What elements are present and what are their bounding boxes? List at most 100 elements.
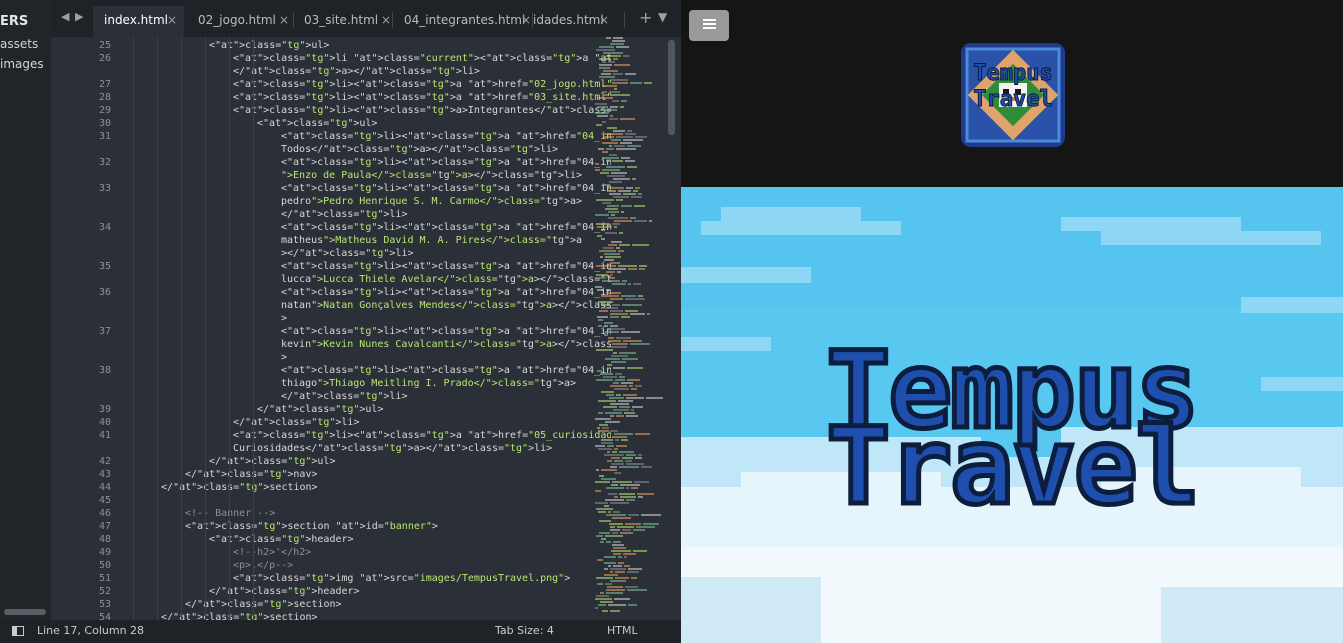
line-number: 36	[98, 287, 111, 298]
line-number: 43	[98, 469, 111, 480]
minimap-line	[605, 331, 619, 333]
minimap-line	[602, 142, 618, 144]
syntax-mode[interactable]: HTML	[607, 624, 638, 637]
minimap-line	[604, 505, 609, 507]
tab-02-jogo-html[interactable]: 02_jogo.html ×	[187, 6, 293, 37]
code-line: </"at">class="tg">ul>	[257, 404, 384, 415]
minimap-line	[599, 250, 616, 252]
tempus-travel-logo[interactable]: Tempus Travel	[961, 43, 1065, 147]
tab-05-curiosidades-html[interactable]: idades.html ×	[533, 6, 621, 37]
tab-04-integrantes-html[interactable]: 04_integrantes.html ×	[393, 6, 533, 37]
tab-list-dropdown-icon[interactable]: ▼	[658, 10, 667, 24]
minimap[interactable]	[593, 37, 667, 620]
minimap-line	[620, 496, 636, 498]
code-line: <"at">class="tg">li><"at">class="tg">a "…	[281, 261, 611, 272]
close-icon[interactable]: ×	[167, 6, 177, 35]
close-icon[interactable]: ×	[381, 6, 391, 35]
minimap-line	[599, 424, 608, 426]
minimap-line	[621, 205, 632, 207]
minimap-line	[598, 448, 612, 450]
panel-toggle-icon[interactable]	[12, 626, 24, 636]
code-area[interactable]: <"at">class="tg">ul> <"at">class="tg">li …	[111, 37, 611, 620]
minimap-line	[610, 571, 613, 573]
new-tab-icon[interactable]: +	[639, 8, 652, 27]
code-line: <"at">class="tg">li><"at">class="tg">a "…	[233, 430, 611, 441]
minimap-line	[610, 385, 627, 387]
code-line: pedro">Pedro Henrique S. M. Carmo</">cla…	[281, 196, 583, 207]
code-line: ">Enzo de Paula</">class="tg">a></">clas…	[281, 170, 583, 181]
minimap-line	[627, 589, 647, 591]
minimap-line	[616, 148, 636, 150]
minimap-line	[602, 184, 610, 186]
minimap-line	[598, 412, 603, 414]
tab-next-icon[interactable]: ▶	[75, 10, 83, 23]
minimap-line	[635, 433, 650, 435]
minimap-line	[619, 376, 625, 378]
vertical-scrollbar[interactable]	[668, 40, 675, 135]
code-line: natan">Natan Gonçalves Mendes</">class="…	[281, 300, 611, 311]
code-line: <"at">class="tg">li><"at">class="tg">a "…	[281, 326, 611, 337]
sidebar-scrollbar[interactable]	[4, 609, 46, 615]
minimap-line	[595, 481, 610, 483]
line-number: 46	[98, 508, 111, 519]
minimap-line	[620, 118, 635, 120]
minimap-line	[627, 130, 632, 132]
minimap-line	[630, 217, 636, 219]
minimap-line	[614, 64, 630, 66]
minimap-line	[619, 466, 639, 468]
minimap-line	[599, 64, 612, 66]
indent-guide	[133, 37, 134, 620]
minimap-line	[615, 379, 625, 381]
line-number: 37	[98, 326, 111, 337]
minimap-line	[610, 313, 628, 315]
code-line: Curiosidades</"at">class="tg">a></"at">c…	[233, 443, 553, 454]
hamburger-icon	[703, 19, 716, 21]
minimap-line	[616, 199, 623, 201]
tab-prev-icon[interactable]: ◀	[61, 10, 69, 23]
minimap-line	[597, 115, 608, 117]
tab-index-html[interactable]: index.html ×	[93, 6, 184, 37]
code-editor-window: ERS assets images ◀ ▶ index.html × 02_jo…	[0, 0, 681, 643]
minimap-line	[599, 532, 610, 534]
indent-guide	[157, 37, 158, 620]
minimap-line	[616, 337, 631, 339]
minimap-line	[597, 106, 608, 108]
minimap-line	[621, 382, 633, 384]
minimap-line	[605, 583, 612, 585]
tab-03-site-html[interactable]: 03_site.html ×	[293, 6, 393, 37]
tab-bar: ◀ ▶ index.html × 02_jogo.html × 03_site.…	[51, 0, 681, 37]
minimap-line	[641, 514, 661, 516]
minimap-line	[598, 604, 606, 606]
minimap-line	[606, 394, 614, 396]
minimap-line	[605, 535, 623, 537]
minimap-line	[610, 316, 619, 318]
minimap-line	[600, 109, 617, 111]
code-line: </"at">class="tg">ul>	[209, 456, 336, 467]
close-icon[interactable]: ×	[279, 6, 289, 35]
minimap-line	[602, 169, 620, 171]
minimap-line	[614, 598, 630, 600]
line-number: 30	[98, 118, 111, 129]
minimap-line	[596, 535, 603, 537]
minimap-line	[621, 439, 628, 441]
minimap-line	[605, 358, 620, 360]
minimap-line	[610, 274, 613, 276]
code-line: ></"at">class="tg">li>	[281, 248, 414, 259]
minimap-line	[600, 172, 609, 174]
minimap-line	[613, 130, 625, 132]
cursor-position[interactable]: Line 17, Column 28	[37, 624, 144, 637]
menu-toggle-button[interactable]	[689, 10, 729, 41]
tab-size-setting[interactable]: Tab Size: 4	[495, 624, 554, 637]
minimap-line	[614, 433, 633, 435]
code-line: <"at">class="tg">ul>	[209, 40, 330, 51]
close-icon[interactable]: ×	[599, 6, 609, 35]
code-line: <!-- Banner -->	[185, 508, 276, 519]
close-icon[interactable]: ×	[521, 6, 531, 35]
minimap-line	[606, 37, 611, 39]
minimap-line	[612, 223, 620, 225]
minimap-line	[611, 457, 620, 459]
sidebar-item-assets[interactable]: assets	[0, 37, 38, 51]
minimap-line	[596, 223, 610, 225]
minimap-line	[614, 226, 617, 228]
sidebar-item-images[interactable]: images	[0, 57, 44, 71]
